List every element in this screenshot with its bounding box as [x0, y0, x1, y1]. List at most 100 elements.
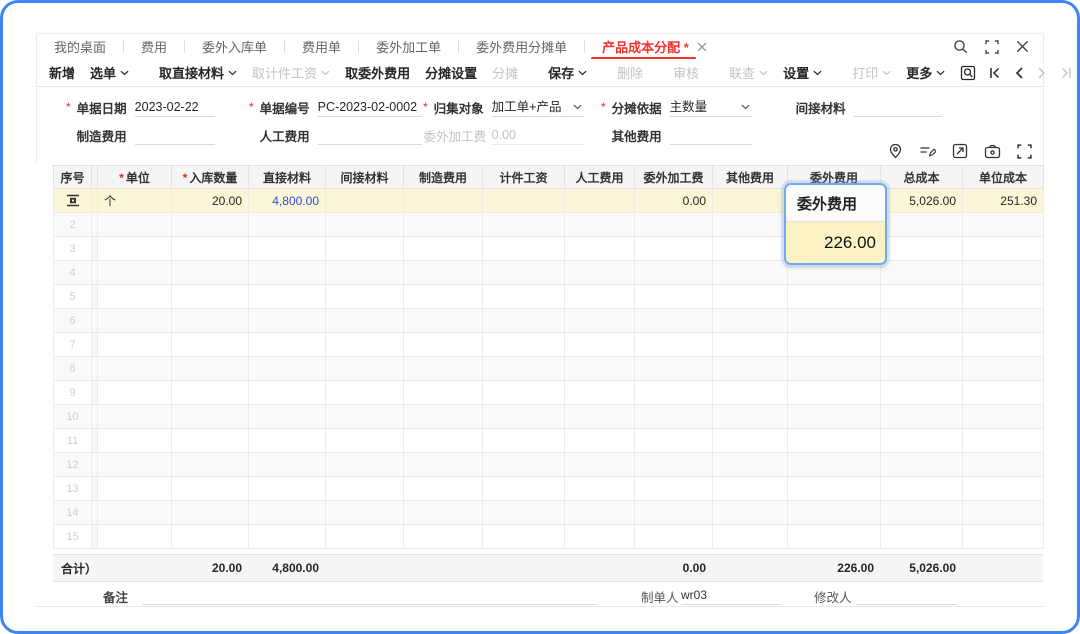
cell-piece-wage[interactable] — [483, 189, 565, 213]
empty-cell[interactable] — [565, 237, 635, 261]
empty-cell[interactable] — [565, 525, 635, 549]
empty-cell[interactable] — [963, 477, 1044, 501]
empty-cell[interactable] — [713, 285, 788, 309]
cell-other-fee[interactable] — [713, 189, 788, 213]
empty-cell[interactable] — [713, 261, 788, 285]
empty-cell[interactable] — [963, 237, 1044, 261]
empty-cell[interactable] — [963, 501, 1044, 525]
settings-button[interactable]: 设置 — [783, 63, 822, 82]
empty-cell[interactable] — [249, 357, 326, 381]
empty-cell[interactable] — [326, 477, 404, 501]
empty-cell[interactable] — [404, 261, 483, 285]
empty-cell[interactable] — [172, 261, 249, 285]
doc-search-icon[interactable] — [960, 65, 976, 81]
empty-cell[interactable] — [98, 429, 172, 453]
empty-cell[interactable] — [963, 381, 1044, 405]
empty-cell[interactable] — [404, 501, 483, 525]
empty-cell[interactable] — [483, 405, 565, 429]
empty-cell[interactable] — [713, 333, 788, 357]
empty-cell[interactable] — [98, 405, 172, 429]
empty-cell[interactable] — [98, 237, 172, 261]
empty-cell[interactable] — [483, 477, 565, 501]
header-unit[interactable]: 单位 — [98, 166, 172, 189]
empty-cell[interactable] — [565, 405, 635, 429]
empty-cell[interactable] — [483, 333, 565, 357]
empty-cell[interactable] — [98, 381, 172, 405]
empty-cell[interactable] — [249, 405, 326, 429]
empty-cell[interactable] — [326, 285, 404, 309]
header-outsourcing-process-fee[interactable]: 委外加工费 — [635, 166, 713, 189]
empty-cell[interactable] — [788, 285, 881, 309]
header-piece-wage[interactable]: 计件工资 — [483, 166, 565, 189]
empty-cell[interactable] — [172, 405, 249, 429]
close-icon[interactable] — [1016, 40, 1029, 53]
doc-number-input[interactable]: PC-2023-02-0002 — [318, 98, 422, 117]
header-indirect-material[interactable]: 间接材料 — [326, 166, 404, 189]
empty-cell[interactable] — [404, 477, 483, 501]
empty-cell[interactable] — [98, 261, 172, 285]
empty-cell[interactable] — [788, 309, 881, 333]
empty-cell[interactable] — [404, 357, 483, 381]
empty-cell[interactable] — [713, 237, 788, 261]
empty-cell[interactable] — [963, 525, 1044, 549]
empty-cell[interactable] — [881, 261, 963, 285]
empty-cell[interactable] — [635, 213, 713, 237]
empty-cell[interactable] — [326, 237, 404, 261]
empty-cell[interactable] — [326, 525, 404, 549]
empty-cell[interactable] — [98, 357, 172, 381]
empty-cell[interactable] — [404, 429, 483, 453]
empty-cell[interactable] — [565, 381, 635, 405]
empty-cell[interactable] — [172, 429, 249, 453]
empty-cell[interactable] — [713, 381, 788, 405]
empty-cell[interactable] — [565, 333, 635, 357]
cell-qty[interactable]: 20.00 — [172, 189, 249, 213]
empty-cell[interactable] — [98, 333, 172, 357]
empty-cell[interactable] — [326, 261, 404, 285]
first-record-icon[interactable] — [989, 67, 1001, 79]
tab-outsourcing-inbound[interactable]: 委外入库单 — [185, 34, 284, 59]
empty-cell[interactable] — [483, 309, 565, 333]
empty-cell[interactable] — [98, 525, 172, 549]
empty-cell[interactable] — [249, 333, 326, 357]
empty-cell[interactable] — [713, 453, 788, 477]
empty-cell[interactable] — [881, 525, 963, 549]
empty-cell[interactable] — [713, 405, 788, 429]
tab-expense[interactable]: 费用 — [124, 34, 184, 59]
header-seq[interactable]: 序号 — [54, 166, 92, 189]
empty-cell[interactable] — [881, 309, 963, 333]
more-button[interactable]: 更多 — [906, 63, 945, 82]
empty-cell[interactable] — [249, 261, 326, 285]
empty-cell[interactable] — [483, 453, 565, 477]
empty-cell[interactable] — [483, 525, 565, 549]
tab-expense-bill[interactable]: 费用单 — [285, 34, 358, 59]
empty-cell[interactable] — [635, 261, 713, 285]
empty-cell[interactable] — [249, 381, 326, 405]
empty-cell[interactable] — [881, 501, 963, 525]
empty-cell[interactable] — [172, 213, 249, 237]
empty-cell[interactable] — [326, 213, 404, 237]
empty-cell[interactable] — [404, 525, 483, 549]
empty-cell[interactable] — [98, 309, 172, 333]
empty-cell[interactable] — [713, 429, 788, 453]
tab-product-cost-allocation[interactable]: 产品成本分配 * — [585, 34, 724, 59]
empty-cell[interactable] — [881, 237, 963, 261]
empty-cell[interactable] — [172, 333, 249, 357]
empty-cell[interactable] — [635, 501, 713, 525]
empty-cell[interactable] — [881, 477, 963, 501]
empty-cell[interactable] — [483, 285, 565, 309]
header-total-cost[interactable]: 总成本 — [881, 166, 963, 189]
empty-cell[interactable] — [326, 429, 404, 453]
empty-cell[interactable] — [249, 525, 326, 549]
empty-cell[interactable] — [963, 213, 1044, 237]
empty-cell[interactable] — [635, 477, 713, 501]
empty-cell[interactable] — [326, 381, 404, 405]
empty-cell[interactable] — [963, 285, 1044, 309]
empty-cell[interactable] — [963, 405, 1044, 429]
empty-cell[interactable] — [172, 285, 249, 309]
batch-edit-icon[interactable] — [919, 144, 936, 159]
empty-cell[interactable] — [565, 213, 635, 237]
empty-cell[interactable] — [404, 333, 483, 357]
empty-cell[interactable] — [881, 213, 963, 237]
archive-icon[interactable] — [984, 144, 1001, 159]
remark-input[interactable] — [142, 587, 597, 605]
